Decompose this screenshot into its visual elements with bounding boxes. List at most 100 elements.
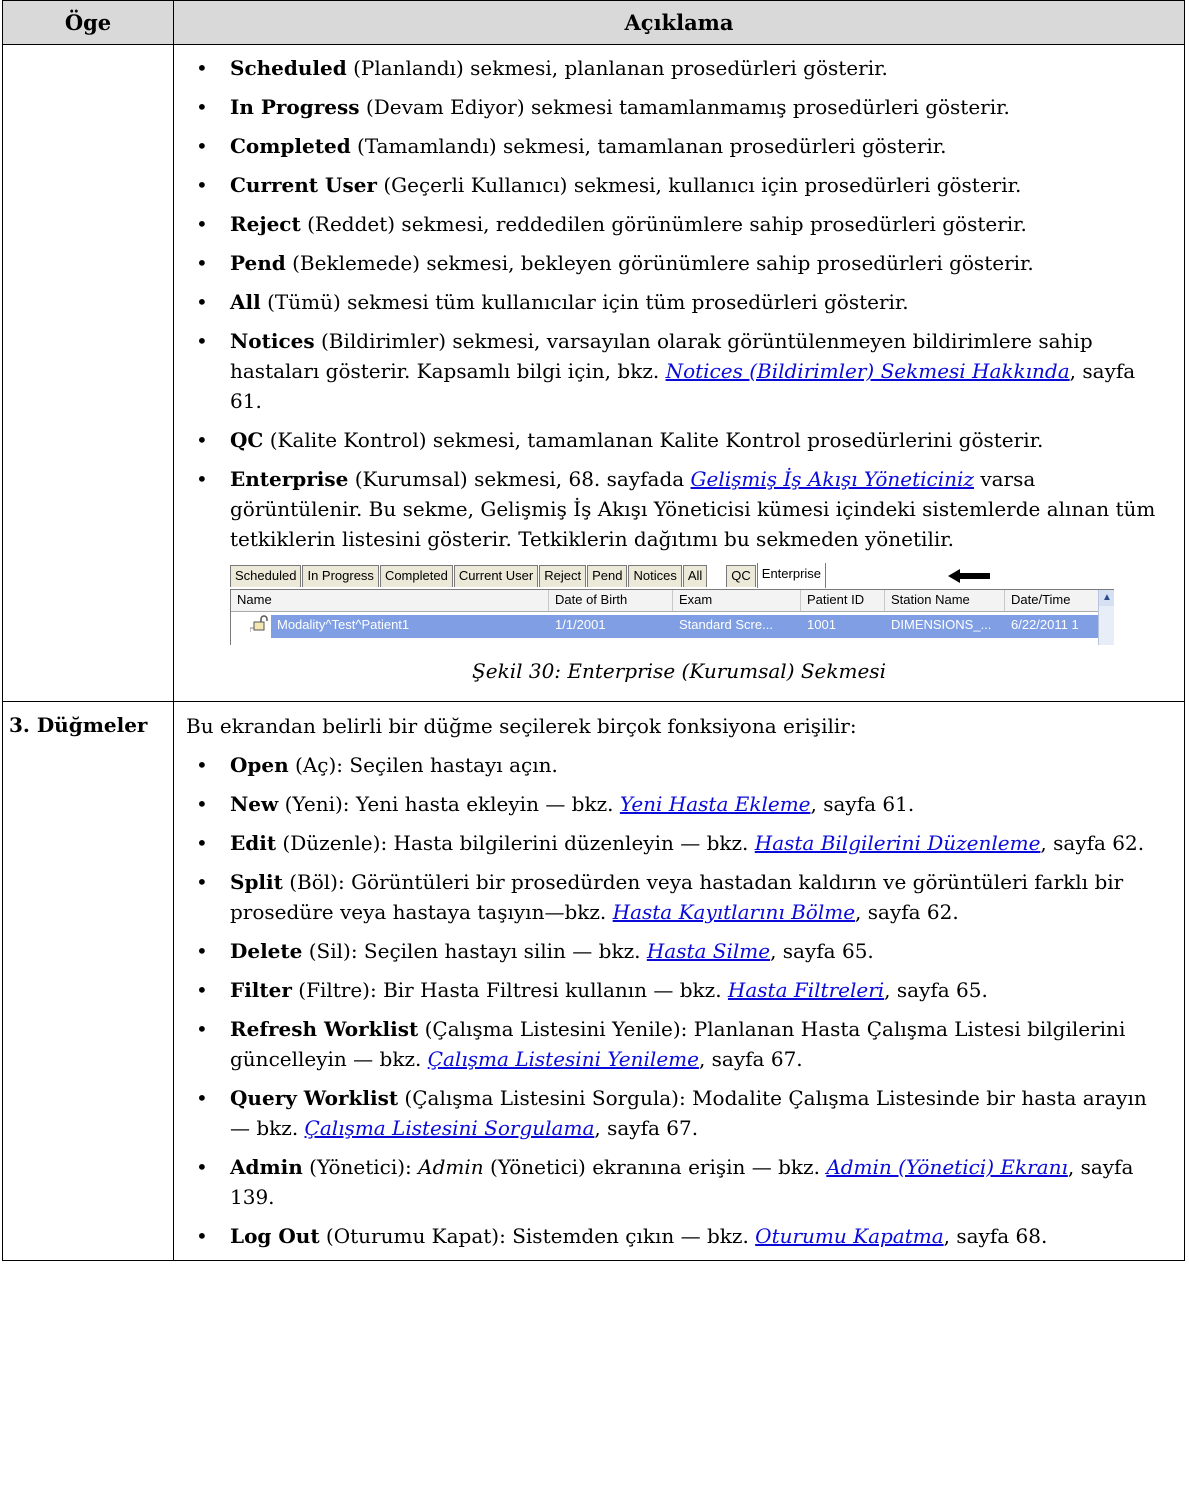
item-term: Notices — [230, 329, 315, 353]
item-term: Admin — [230, 1155, 303, 1179]
item-text: (Planlandı) sekmesi, planlanan prosedürl… — [346, 56, 888, 80]
column-header[interactable]: Date/Time — [1005, 590, 1105, 611]
item-text: (Aç): Seçilen hastayı açın. — [288, 753, 558, 777]
item-page-ref: , sayfa 62. — [855, 900, 959, 924]
tab-enterprise[interactable]: Enterprise — [756, 563, 827, 588]
list-item: Scheduled (Planlandı) sekmesi, planlanan… — [174, 53, 1184, 83]
cross-reference-link[interactable]: Çalışma Listesini Yenileme — [428, 1047, 699, 1071]
item-emphasis: Admin — [418, 1155, 484, 1179]
item-page-ref: , sayfa 65. — [884, 978, 988, 1002]
item-term: Scheduled — [230, 56, 347, 80]
cross-reference-link[interactable]: Yeni Hasta Ekleme — [620, 792, 811, 816]
list-item: Enterprise (Kurumsal) sekmesi, 68. sayfa… — [174, 464, 1184, 554]
figure-caption: Şekil 30: Enterprise (Kurumsal) Sekmesi — [472, 659, 886, 683]
item-text: (Reddet) sekmesi, reddedilen görünümlere… — [300, 212, 1027, 236]
tab-scheduled[interactable]: Scheduled — [230, 565, 302, 587]
item-term: All — [230, 290, 261, 314]
tab-qc[interactable]: QC — [726, 565, 756, 587]
item-text: (Yeni): Yeni hasta ekleyin — bkz. — [278, 792, 620, 816]
cross-reference-link[interactable]: Hasta Silme — [647, 939, 770, 963]
item-page-ref: , sayfa 67. — [698, 1047, 803, 1071]
description-table: Öge Açıklama Scheduled (Planlandı) sekme… — [2, 0, 1185, 1261]
column-header[interactable]: Exam — [673, 590, 801, 611]
tab-completed[interactable]: Completed — [379, 565, 453, 587]
cross-reference-link[interactable]: Notices (Bildirimler) Sekmesi Hakkında — [666, 359, 1070, 383]
grid-row[interactable]: Modality^Test^Patient1 1/1/2001 Standard S… — [271, 615, 1114, 638]
item-term: Refresh Worklist — [230, 1017, 419, 1041]
patient-grid: Name Date of Birth Exam Patient ID Station N… — [230, 589, 1114, 645]
list-item: Pend (Beklemede) sekmesi, bekleyen görün… — [174, 248, 1184, 278]
grid-cell: 6/22/2011 1 — [1011, 617, 1079, 632]
item-text: (Kalite Kontrol) sekmesi, tamamlanan Kal… — [263, 428, 1044, 452]
item-text: (Devam Ediyor) sekmesi tamamlanmamış pro… — [359, 95, 1010, 119]
list-item: Edit (Düzenle): Hasta bilgilerini düzenl… — [174, 828, 1184, 858]
item-term: Open — [230, 753, 289, 777]
scroll-up-icon[interactable]: ▲ — [1099, 590, 1114, 606]
list-item: Reject (Reddet) sekmesi, reddedilen görü… — [174, 209, 1184, 239]
column-header[interactable]: Name — [231, 590, 549, 611]
cross-reference-link[interactable]: Oturumu Kapatma — [755, 1224, 943, 1248]
item-term: In Progress — [230, 95, 360, 119]
item-term: New — [230, 792, 279, 816]
item-text: (Filtre): Bir Hasta Filtresi kullanın — … — [291, 978, 728, 1002]
buttons-bullet-list: Open (Aç): Seçilen hastayı açın. New (Yen… — [174, 750, 1184, 1251]
tab-pend[interactable]: Pend — [587, 565, 628, 587]
tabs-description-cell: Scheduled (Planlandı) sekmesi, planlanan… — [173, 44, 1185, 702]
enterprise-tab-screenshot: Scheduled In Progress Completed Current Use… — [230, 563, 1114, 645]
grid-cell: DIMENSIONS_... — [891, 617, 992, 632]
table-header-row: Öge Açıklama — [2, 0, 1185, 45]
tab-notices[interactable]: Notices — [628, 565, 682, 587]
list-item: Query Worklist (Çalışma Listesini Sorgul… — [174, 1083, 1184, 1143]
column-header[interactable]: Date of Birth — [549, 590, 673, 611]
list-item: Delete (Sil): Seçilen hastayı silin — bk… — [174, 936, 1184, 966]
column-header[interactable]: Station Name — [885, 590, 1005, 611]
item-page-ref: , sayfa 62. — [1040, 831, 1145, 855]
list-item: Admin (Yönetici): Admin (Yönetici) ekran… — [174, 1152, 1184, 1212]
grid-scrollbar[interactable]: ▲ — [1098, 590, 1114, 645]
item-term: Split — [230, 870, 283, 894]
list-item: Current User (Geçerli Kullanıcı) sekmesi… — [174, 170, 1184, 200]
item-text: (Oturumu Kapat): Sistemden çıkın — bkz. — [319, 1224, 756, 1248]
item-term: Delete — [230, 939, 303, 963]
list-item: Completed (Tamamlandı) sekmesi, tamamlan… — [174, 131, 1184, 161]
buttons-description-cell: Bu ekrandan belirli bir düğme seçilerek … — [173, 701, 1185, 1261]
list-item: Split (Böl): Görüntüleri bir prosedürden… — [174, 867, 1184, 927]
worklist-tabs: Scheduled In Progress Completed Current Use… — [230, 563, 827, 588]
item-text: (Beklemede) sekmesi, bekleyen görünümler… — [285, 251, 1034, 275]
item-term: Enterprise — [230, 467, 349, 491]
grid-cell: 1001 — [807, 617, 836, 632]
tab-current-user[interactable]: Current User — [453, 565, 539, 587]
cross-reference-link[interactable]: Hasta Kayıtlarını Bölme — [613, 900, 855, 924]
list-item: Log Out (Oturumu Kapat): Sistemden çıkın… — [174, 1221, 1184, 1251]
item-text: (Tümü) sekmesi tüm kullanıcılar için tüm… — [260, 290, 909, 314]
item-term: Edit — [230, 831, 277, 855]
cross-reference-link[interactable]: Çalışma Listesini Sorgulama — [305, 1116, 595, 1140]
buttons-row: 3. Düğmeler Bu ekrandan belirli bir düğm… — [2, 701, 1185, 1261]
cross-reference-link[interactable]: Gelişmiş İş Akışı Yöneticiniz — [691, 467, 974, 491]
list-item: QC (Kalite Kontrol) sekmesi, tamamlanan … — [174, 425, 1184, 455]
item-term: Log Out — [230, 1224, 320, 1248]
header-item: Öge — [2, 0, 174, 45]
tab-all[interactable]: All — [682, 565, 708, 587]
header-description: Açıklama — [173, 0, 1185, 45]
item-page-ref: , sayfa 61. — [810, 792, 915, 816]
item-text: (Sil): Seçilen hastayı silin — bkz. — [302, 939, 647, 963]
tabs-row: Scheduled (Planlandı) sekmesi, planlanan… — [2, 44, 1185, 702]
item-term: Filter — [230, 978, 292, 1002]
column-header[interactable]: Patient ID — [801, 590, 885, 611]
item-text: (Tamamlandı) sekmesi, tamamlanan prosedü… — [350, 134, 947, 158]
lock-icon — [250, 615, 268, 632]
item-text: (Yönetici) ekranına erişin — bkz. — [483, 1155, 827, 1179]
left-arrow-icon — [948, 569, 990, 583]
cross-reference-link[interactable]: Hasta Bilgilerini Düzenleme — [755, 831, 1041, 855]
cross-reference-link[interactable]: Admin (Yönetici) Ekranı — [826, 1155, 1068, 1179]
item-term: Current User — [230, 173, 377, 197]
list-item: Open (Aç): Seçilen hastayı açın. — [174, 750, 1184, 780]
grid-cell: Modality^Test^Patient1 — [277, 617, 410, 632]
item-term: Reject — [230, 212, 301, 236]
cross-reference-link[interactable]: Hasta Filtreleri — [728, 978, 884, 1002]
list-item: Filter (Filtre): Bir Hasta Filtresi kull… — [174, 975, 1184, 1005]
tab-reject[interactable]: Reject — [539, 565, 587, 587]
tab-in-progress[interactable]: In Progress — [302, 565, 379, 587]
list-item: All (Tümü) sekmesi tüm kullanıcılar için… — [174, 287, 1184, 317]
